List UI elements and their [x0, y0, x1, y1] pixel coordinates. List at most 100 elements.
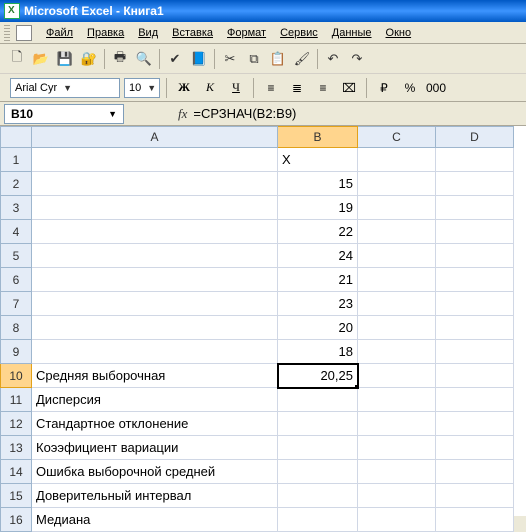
cell-b3[interactable]: 19	[278, 196, 358, 220]
worksheet-grid[interactable]: A B C D 1X21531942252462172382091810Сред…	[0, 126, 526, 516]
spelling-button[interactable]: ✔	[164, 48, 186, 70]
column-header-d[interactable]: D	[436, 126, 514, 148]
undo-button[interactable]: ↶	[322, 48, 344, 70]
cell-c16[interactable]	[358, 508, 436, 532]
cell-a6[interactable]	[32, 268, 278, 292]
cell-a2[interactable]	[32, 172, 278, 196]
cell-a15[interactable]: Доверительный интервал	[32, 484, 278, 508]
cell-c8[interactable]	[358, 316, 436, 340]
cell-b7[interactable]: 23	[278, 292, 358, 316]
cell-c13[interactable]	[358, 436, 436, 460]
fx-icon[interactable]: fx	[178, 106, 187, 122]
align-center-button[interactable]: ≣	[286, 77, 308, 99]
cell-a11[interactable]: Дисперсия	[32, 388, 278, 412]
paste-button[interactable]: 📋	[267, 48, 289, 70]
cell-a5[interactable]	[32, 244, 278, 268]
menu-tools[interactable]: Сервис	[274, 25, 324, 41]
row-header-11[interactable]: 11	[0, 388, 32, 412]
cell-c10[interactable]	[358, 364, 436, 388]
cell-b15[interactable]	[278, 484, 358, 508]
column-header-c[interactable]: C	[358, 126, 436, 148]
cell-d13[interactable]	[436, 436, 514, 460]
cell-d10[interactable]	[436, 364, 514, 388]
row-header-10[interactable]: 10	[0, 364, 32, 388]
cell-b2[interactable]: 15	[278, 172, 358, 196]
row-header-9[interactable]: 9	[0, 340, 32, 364]
align-left-button[interactable]: ≡	[260, 77, 282, 99]
cell-c3[interactable]	[358, 196, 436, 220]
cell-b14[interactable]	[278, 460, 358, 484]
row-header-7[interactable]: 7	[0, 292, 32, 316]
row-header-1[interactable]: 1	[0, 148, 32, 172]
preview-button[interactable]: 🔍	[133, 48, 155, 70]
italic-button[interactable]: К	[199, 77, 221, 99]
cell-c7[interactable]	[358, 292, 436, 316]
row-header-4[interactable]: 4	[0, 220, 32, 244]
menu-format[interactable]: Формат	[221, 25, 272, 41]
research-button[interactable]: 📘	[188, 48, 210, 70]
menu-window[interactable]: Окно	[380, 25, 418, 41]
select-all-button[interactable]	[0, 126, 32, 148]
row-header-3[interactable]: 3	[0, 196, 32, 220]
cell-d5[interactable]	[436, 244, 514, 268]
cell-c2[interactable]	[358, 172, 436, 196]
menu-insert[interactable]: Вставка	[166, 25, 219, 41]
menu-edit[interactable]: Правка	[81, 25, 130, 41]
save-button[interactable]: 💾	[54, 48, 76, 70]
cell-b11[interactable]	[278, 388, 358, 412]
cell-b12[interactable]	[278, 412, 358, 436]
cell-c9[interactable]	[358, 340, 436, 364]
cell-a10[interactable]: Средняя выборочная	[32, 364, 278, 388]
row-header-14[interactable]: 14	[0, 460, 32, 484]
cell-b4[interactable]: 22	[278, 220, 358, 244]
column-header-a[interactable]: A	[32, 126, 278, 148]
cell-c11[interactable]	[358, 388, 436, 412]
cell-c12[interactable]	[358, 412, 436, 436]
row-header-16[interactable]: 16	[0, 508, 32, 532]
cell-c14[interactable]	[358, 460, 436, 484]
cell-c6[interactable]	[358, 268, 436, 292]
permission-button[interactable]: 🔐	[78, 48, 100, 70]
comma-style-button[interactable]: 000	[425, 77, 447, 99]
cell-d15[interactable]	[436, 484, 514, 508]
column-header-b[interactable]: B	[278, 126, 358, 148]
cell-b10[interactable]: 20,25	[278, 364, 358, 388]
cell-d4[interactable]	[436, 220, 514, 244]
cell-b16[interactable]	[278, 508, 358, 532]
formula-input[interactable]: =СРЗНАЧ(B2:B9)	[193, 106, 296, 121]
cell-b5[interactable]: 24	[278, 244, 358, 268]
currency-button[interactable]: ₽	[373, 77, 395, 99]
copy-button[interactable]: ⧉	[243, 48, 265, 70]
row-header-2[interactable]: 2	[0, 172, 32, 196]
cell-c15[interactable]	[358, 484, 436, 508]
cell-a14[interactable]: Ошибка выборочной средней	[32, 460, 278, 484]
align-right-button[interactable]: ≡	[312, 77, 334, 99]
row-header-6[interactable]: 6	[0, 268, 32, 292]
cell-d11[interactable]	[436, 388, 514, 412]
open-button[interactable]: 📂	[30, 48, 52, 70]
menu-view[interactable]: Вид	[132, 25, 164, 41]
cell-d6[interactable]	[436, 268, 514, 292]
cell-d3[interactable]	[436, 196, 514, 220]
cell-a7[interactable]	[32, 292, 278, 316]
cell-a9[interactable]	[32, 340, 278, 364]
merge-button[interactable]: ⌧	[338, 77, 360, 99]
menu-file[interactable]: Файл	[40, 25, 79, 41]
new-button[interactable]: 🗋	[6, 48, 28, 70]
name-box[interactable]: B10 ▼	[4, 104, 124, 124]
percent-button[interactable]: %	[399, 77, 421, 99]
row-header-8[interactable]: 8	[0, 316, 32, 340]
font-size-combo[interactable]: 10 ▼	[124, 78, 160, 98]
cell-d2[interactable]	[436, 172, 514, 196]
cell-a3[interactable]	[32, 196, 278, 220]
print-button[interactable]: 🖶	[109, 48, 131, 70]
bold-button[interactable]: Ж	[173, 77, 195, 99]
cell-c4[interactable]	[358, 220, 436, 244]
cell-d1[interactable]	[436, 148, 514, 172]
row-header-5[interactable]: 5	[0, 244, 32, 268]
cell-d14[interactable]	[436, 460, 514, 484]
cell-a12[interactable]: Стандартное отклонение	[32, 412, 278, 436]
cell-b1[interactable]: X	[278, 148, 358, 172]
cell-c5[interactable]	[358, 244, 436, 268]
row-header-13[interactable]: 13	[0, 436, 32, 460]
